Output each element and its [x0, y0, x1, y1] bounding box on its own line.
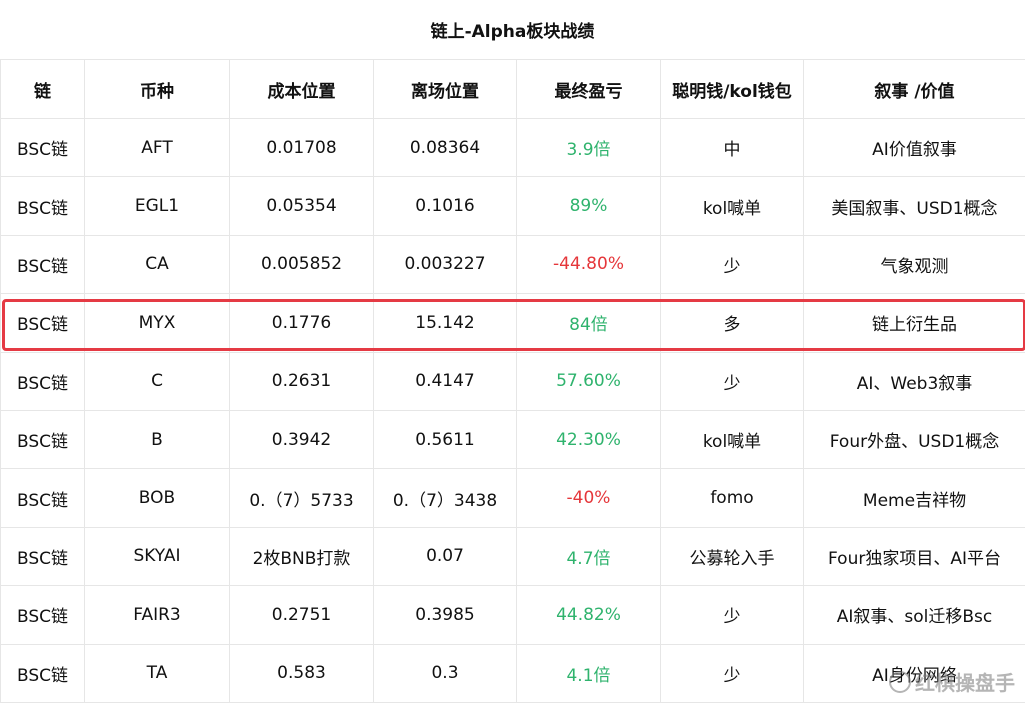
- header-exit: 离场位置: [374, 60, 517, 119]
- cell-smart-money: kol喊单: [661, 410, 804, 468]
- cell-narrative: 链上衍生品: [804, 294, 1025, 352]
- cell-coin: FAIR3: [85, 586, 230, 644]
- cell-cost: 0.3942: [230, 410, 374, 468]
- cell-chain: BSC链: [1, 586, 85, 644]
- cell-cost: 0.1776: [230, 294, 374, 352]
- cell-narrative: AI叙事、sol迁移Bsc: [804, 586, 1025, 644]
- header-row: 链 币种 成本位置 离场位置 最终盈亏 聪明钱/kol钱包 叙事 /价值: [1, 60, 1025, 119]
- cell-cost: 2枚BNB打款: [230, 527, 374, 585]
- cell-chain: BSC链: [1, 235, 85, 293]
- cell-pnl: -44.80%: [517, 235, 661, 293]
- table-title: 链上-Alpha板块战绩: [0, 0, 1025, 60]
- cell-coin: EGL1: [85, 177, 230, 235]
- cell-pnl: 4.7倍: [517, 527, 661, 585]
- cell-smart-money: fomo: [661, 469, 804, 527]
- header-cost: 成本位置: [230, 60, 374, 119]
- cell-exit: 0.（7）3438: [374, 469, 517, 527]
- cell-chain: BSC链: [1, 410, 85, 468]
- cell-coin: BOB: [85, 469, 230, 527]
- cell-coin: TA: [85, 644, 230, 702]
- cell-pnl: 4.1倍: [517, 644, 661, 702]
- cell-smart-money: 中: [661, 119, 804, 177]
- cell-smart-money: 少: [661, 235, 804, 293]
- cell-pnl: 42.30%: [517, 410, 661, 468]
- cell-chain: BSC链: [1, 527, 85, 585]
- table-row: BSC链MYX0.177615.14284倍多链上衍生品: [1, 294, 1025, 352]
- table-row: BSC链BOB0.（7）57330.（7）3438-40%fomoMeme吉祥物: [1, 469, 1025, 527]
- cell-smart-money: 少: [661, 352, 804, 410]
- cell-smart-money: kol喊单: [661, 177, 804, 235]
- cell-chain: BSC链: [1, 352, 85, 410]
- cell-smart-money: 少: [661, 644, 804, 702]
- table-row: BSC链B0.39420.561142.30%kol喊单Four外盘、USD1概…: [1, 410, 1025, 468]
- cell-exit: 0.1016: [374, 177, 517, 235]
- cell-coin: C: [85, 352, 230, 410]
- cell-pnl: 84倍: [517, 294, 661, 352]
- cell-exit: 15.142: [374, 294, 517, 352]
- cell-narrative: 美国叙事、USD1概念: [804, 177, 1025, 235]
- cell-exit: 0.3985: [374, 586, 517, 644]
- header-smart-money: 聪明钱/kol钱包: [661, 60, 804, 119]
- cell-cost: 0.2751: [230, 586, 374, 644]
- table-row: BSC链C0.26310.414757.60%少AI、Web3叙事: [1, 352, 1025, 410]
- cell-cost: 0.05354: [230, 177, 374, 235]
- cell-pnl: -40%: [517, 469, 661, 527]
- cell-narrative: Four外盘、USD1概念: [804, 410, 1025, 468]
- header-pnl: 最终盈亏: [517, 60, 661, 119]
- cell-cost: 0.583: [230, 644, 374, 702]
- cell-chain: BSC链: [1, 644, 85, 702]
- cell-exit: 0.4147: [374, 352, 517, 410]
- cell-chain: BSC链: [1, 294, 85, 352]
- cell-chain: BSC链: [1, 119, 85, 177]
- cell-pnl: 89%: [517, 177, 661, 235]
- cell-exit: 0.08364: [374, 119, 517, 177]
- cell-narrative: AI、Web3叙事: [804, 352, 1025, 410]
- cell-narrative: Four独家项目、AI平台: [804, 527, 1025, 585]
- cell-pnl: 44.82%: [517, 586, 661, 644]
- cell-pnl: 57.60%: [517, 352, 661, 410]
- cell-coin: CA: [85, 235, 230, 293]
- watermark: 红棋操盘手: [889, 667, 1015, 696]
- table-row: BSC链EGL10.053540.101689%kol喊单美国叙事、USD1概念: [1, 177, 1025, 235]
- header-coin: 币种: [85, 60, 230, 119]
- cell-coin: B: [85, 410, 230, 468]
- cell-cost: 0.005852: [230, 235, 374, 293]
- cell-smart-money: 公募轮入手: [661, 527, 804, 585]
- table-row: BSC链SKYAI2枚BNB打款0.074.7倍公募轮入手Four独家项目、AI…: [1, 527, 1025, 585]
- cell-pnl: 3.9倍: [517, 119, 661, 177]
- cell-coin: AFT: [85, 119, 230, 177]
- cell-exit: 0.003227: [374, 235, 517, 293]
- cell-narrative: AI价值叙事: [804, 119, 1025, 177]
- table-body: BSC链AFT0.017080.083643.9倍中AI价值叙事BSC链EGL1…: [1, 119, 1025, 703]
- cell-narrative: 气象观测: [804, 235, 1025, 293]
- cell-chain: BSC链: [1, 177, 85, 235]
- cell-coin: MYX: [85, 294, 230, 352]
- cell-smart-money: 多: [661, 294, 804, 352]
- table-row: BSC链CA0.0058520.003227-44.80%少气象观测: [1, 235, 1025, 293]
- cell-narrative: Meme吉祥物: [804, 469, 1025, 527]
- cell-exit: 0.5611: [374, 410, 517, 468]
- alpha-results-table: 链 币种 成本位置 离场位置 最终盈亏 聪明钱/kol钱包 叙事 /价值 BSC…: [0, 59, 1025, 703]
- watermark-text: 红棋操盘手: [915, 667, 1015, 696]
- cell-cost: 0.2631: [230, 352, 374, 410]
- cell-smart-money: 少: [661, 586, 804, 644]
- cell-exit: 0.3: [374, 644, 517, 702]
- header-chain: 链: [1, 60, 85, 119]
- cell-chain: BSC链: [1, 469, 85, 527]
- cell-cost: 0.01708: [230, 119, 374, 177]
- weibo-logo-icon: [889, 671, 911, 693]
- cell-cost: 0.（7）5733: [230, 469, 374, 527]
- cell-exit: 0.07: [374, 527, 517, 585]
- table-row: BSC链AFT0.017080.083643.9倍中AI价值叙事: [1, 119, 1025, 177]
- table-row: BSC链TA0.5830.34.1倍少AI身份网络: [1, 644, 1025, 702]
- cell-coin: SKYAI: [85, 527, 230, 585]
- table-row: BSC链FAIR30.27510.398544.82%少AI叙事、sol迁移Bs…: [1, 586, 1025, 644]
- header-narrative: 叙事 /价值: [804, 60, 1025, 119]
